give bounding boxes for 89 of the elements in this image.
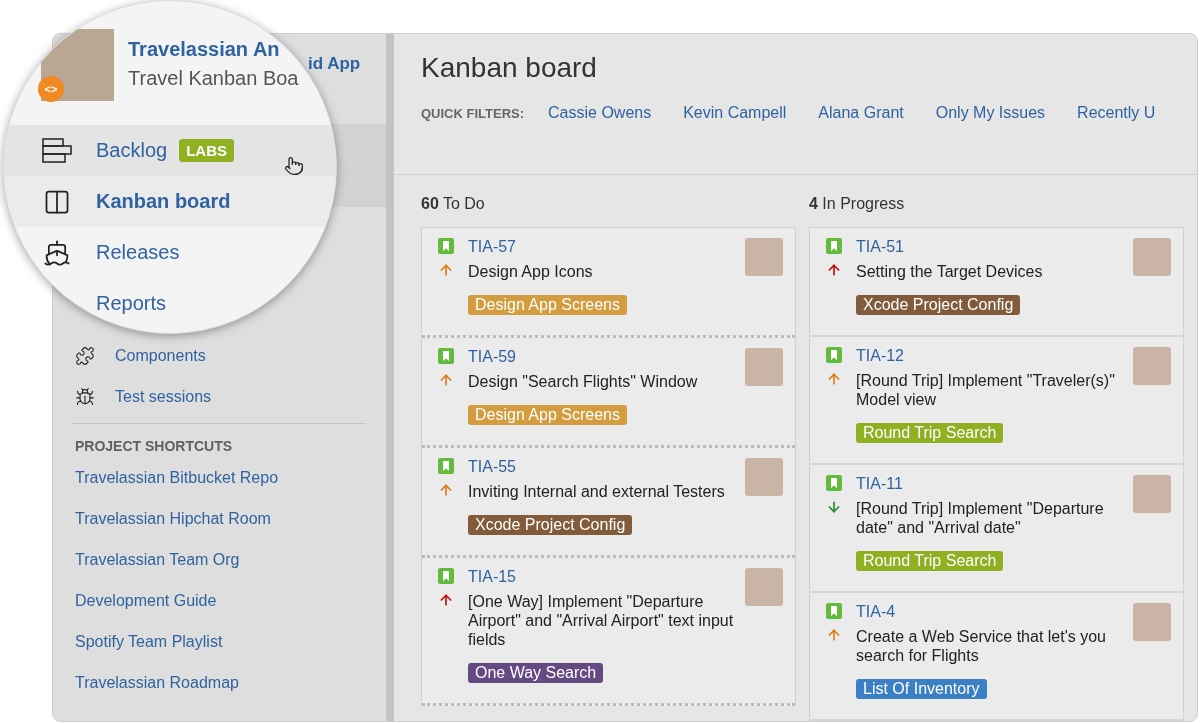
avatar-placeholder <box>1133 347 1171 385</box>
quick-filter-link[interactable]: Alana Grant <box>818 104 904 122</box>
shortcut-link[interactable]: Travelassian Bitbucket Repo <box>53 462 386 503</box>
project-title[interactable]: id App <box>308 54 361 73</box>
priority-up-icon <box>438 592 454 608</box>
issue-summary: Setting the Target Devices <box>856 262 1044 281</box>
sidebar-splitter[interactable] <box>386 34 394 721</box>
nav-item[interactable]: Reports <box>4 278 336 329</box>
issue-summary: Inviting Internal and external Testers <box>468 482 726 501</box>
priority-down-icon <box>826 499 842 515</box>
issue-key-link[interactable]: TIA-51 <box>856 238 1133 256</box>
avatar-placeholder <box>1133 475 1171 513</box>
issue-key-link[interactable]: TIA-15 <box>468 568 745 586</box>
issue-card[interactable]: TIA-57 Design App Icons Design App Screens <box>422 228 795 338</box>
ship-icon <box>43 238 71 267</box>
sidebar-item[interactable]: Components <box>53 335 386 376</box>
avatar-placeholder <box>1133 603 1171 641</box>
shortcut-link[interactable]: Travelassian Roadmap <box>53 667 386 708</box>
avatar-placeholder <box>745 238 783 276</box>
issue-summary: Design "Search Flights" Window <box>468 372 699 391</box>
issue-card[interactable]: TIA-59 Design "Search Flights" Window Design App Screens <box>422 338 795 448</box>
priority-up-icon <box>826 371 842 387</box>
epic-label: Round Trip Search <box>856 423 1004 443</box>
quick-filter-link[interactable]: Only My Issues <box>935 104 1046 122</box>
priority-up-icon <box>438 482 454 498</box>
epic-label: Xcode Project Config <box>856 295 1021 315</box>
issue-key-link[interactable]: TIA-57 <box>468 238 745 256</box>
issue-summary: [One Way] Implement "Departure Airport" and "Arrival Airport" text input fields <box>468 592 735 649</box>
epic-label: Xcode Project Config <box>468 515 633 535</box>
board-name[interactable]: Travel Kanban Boa <box>128 67 299 90</box>
quick-filters-label: QUICK FILTERS: <box>421 105 525 121</box>
avatar-placeholder <box>745 458 783 496</box>
issue-key-link[interactable]: TIA-59 <box>468 348 745 366</box>
priority-up-icon <box>438 372 454 388</box>
story-icon <box>826 603 842 619</box>
section-heading: PROJECT SHORTCUTS <box>74 437 234 456</box>
column-header: 60 To Do <box>421 195 486 214</box>
epic-label: Design App Screens <box>468 295 627 315</box>
avatar-placeholder <box>745 568 783 606</box>
code-badge: <> <box>38 76 64 102</box>
story-icon <box>826 475 842 491</box>
shortcut-link[interactable]: Spotify Team Playlist <box>53 626 386 667</box>
story-icon <box>438 348 454 364</box>
priority-up-icon <box>438 262 454 278</box>
quick-filter-link[interactable]: Kevin Campell <box>683 104 787 122</box>
story-icon <box>826 347 842 363</box>
epic-label: List Of Inventory <box>856 679 987 699</box>
issue-summary: [Round Trip] Implement "Traveler(s)" Model view <box>856 371 1116 409</box>
labs-badge: LABS <box>179 139 234 162</box>
story-icon <box>438 458 454 474</box>
priority-up-icon <box>826 627 842 643</box>
issue-card[interactable]: TIA-51 Setting the Target Devices Xcode Project Config <box>810 228 1183 337</box>
story-icon <box>438 568 454 584</box>
issue-key-link[interactable]: TIA-4 <box>856 603 1133 621</box>
issue-summary: Create a Web Service that let's you search for Flights <box>856 627 1107 665</box>
avatar-placeholder <box>1133 238 1171 276</box>
avatar-placeholder <box>745 348 783 386</box>
shortcut-link[interactable]: Travelassian Team Org <box>53 544 386 585</box>
issue-summary: [Round Trip] Implement "Departure date" and "Arrival date" <box>856 499 1105 537</box>
epic-label: Round Trip Search <box>856 551 1004 571</box>
column-header: 4 In Progress <box>809 195 906 214</box>
story-icon <box>826 238 842 254</box>
nav-item[interactable]: Releases <box>4 227 336 278</box>
bug-icon <box>75 386 95 407</box>
sidebar-item[interactable]: Test sessions <box>53 376 386 417</box>
issue-summary: Design App Icons <box>468 262 594 281</box>
hand-cursor-icon <box>284 156 304 176</box>
issue-card[interactable]: TIA-15 [One Way] Implement "Departure Airport" and "Arrival Airport" text input fields One Way Search <box>422 558 795 706</box>
epic-label: Design App Screens <box>468 405 627 425</box>
issue-card[interactable]: TIA-11 [Round Trip] Implement "Departure date" and "Arrival date" Round Trip Search <box>810 465 1183 593</box>
issue-key-link[interactable]: TIA-11 <box>856 475 1133 493</box>
issue-card[interactable]: TIA-12 [Round Trip] Implement "Traveler(s)" Model view Round Trip Search <box>810 337 1183 465</box>
issue-card[interactable]: TIA-4 Create a Web Service that let's you search for Flights List Of Inventory <box>810 593 1183 721</box>
nav-item[interactable]: Backlog LABS <box>4 125 336 176</box>
issue-key-link[interactable]: TIA-12 <box>856 347 1133 365</box>
issue-card[interactable]: TIA-55 Inviting Internal and external Testers Xcode Project Config <box>422 448 795 558</box>
story-icon <box>438 238 454 254</box>
project-title[interactable]: Travelassian An <box>128 38 299 61</box>
page-title: Kanban board <box>421 52 598 84</box>
quick-filter-link[interactable]: Cassie Owens <box>548 104 652 122</box>
backlog-icon <box>42 137 72 164</box>
shortcut-link[interactable]: Development Guide <box>53 585 386 626</box>
epic-label: One Way Search <box>468 663 604 683</box>
puzzle-icon <box>75 345 95 366</box>
shortcut-link[interactable]: Travelassian Hipchat Room <box>53 503 386 544</box>
nav-item[interactable]: Kanban board <box>4 176 336 227</box>
priority-up-icon <box>826 262 842 278</box>
issue-key-link[interactable]: TIA-55 <box>468 458 745 476</box>
quick-filter-link[interactable]: Recently U <box>1077 104 1156 122</box>
